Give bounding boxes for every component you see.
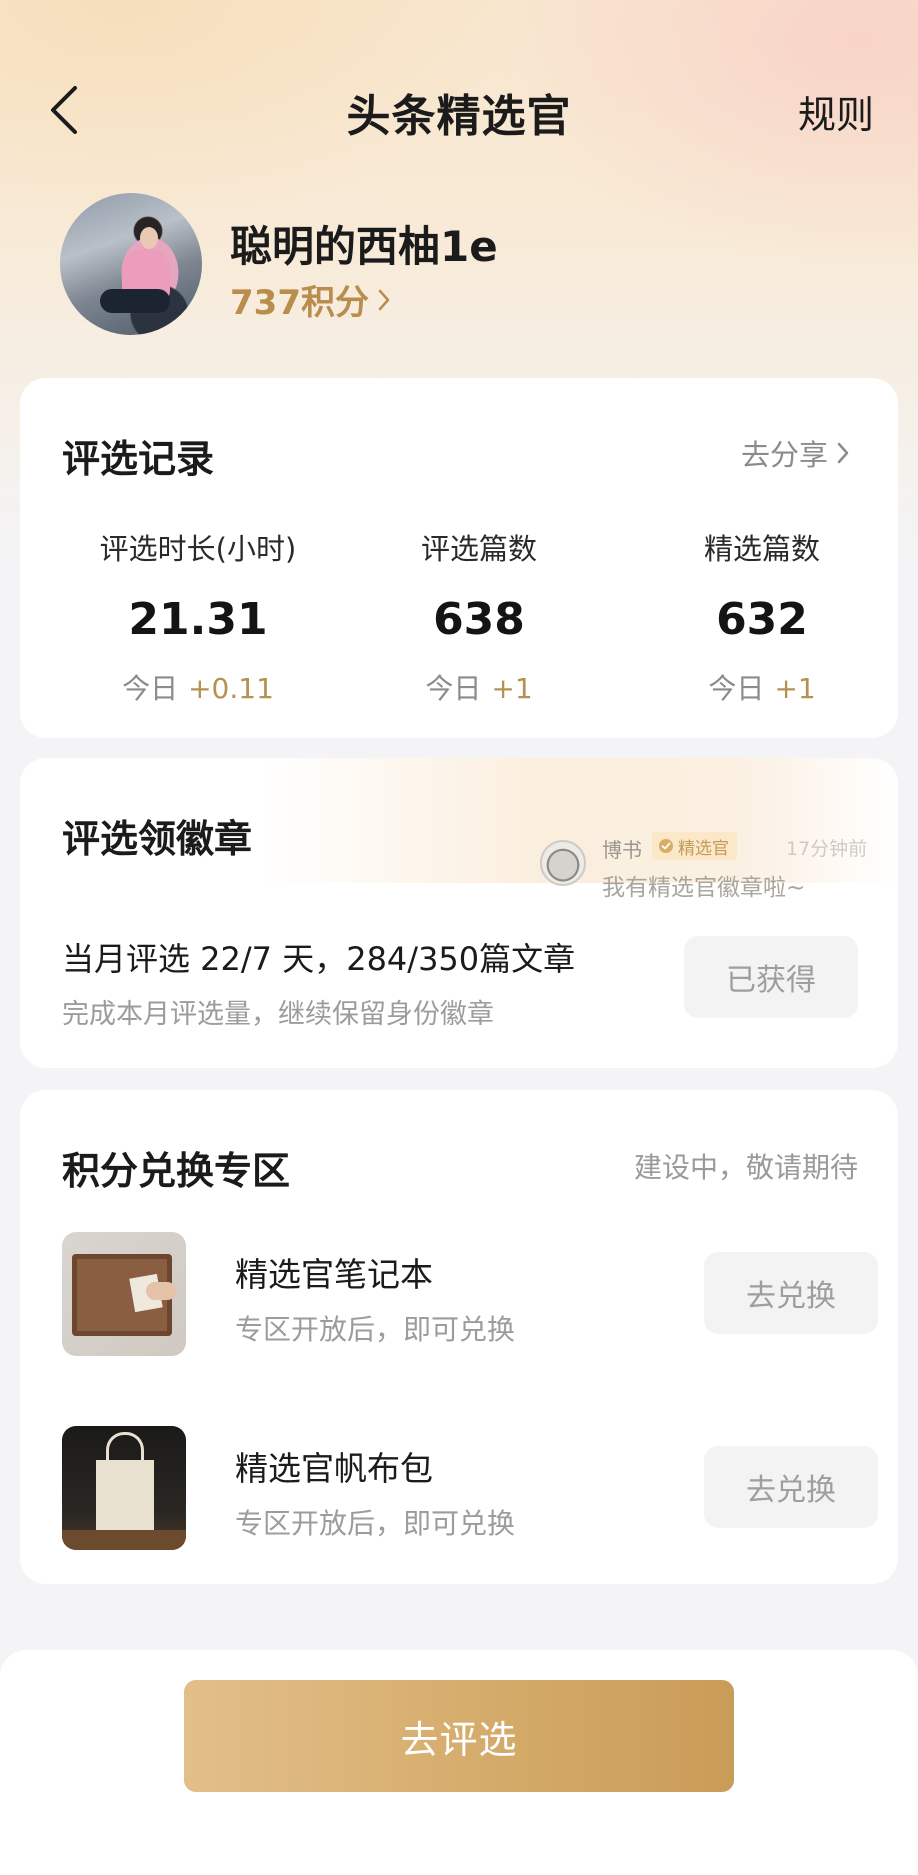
avatar-figure-head: [140, 227, 158, 249]
badge-card: 评选领徽章 博书 精选官 17分钟前 我有精选官徽章啦~ 当月评选 22/7 天…: [20, 758, 898, 1068]
badge-sub-text: 完成本月评选量，继续保留身份徽章: [62, 999, 494, 1030]
page-title: 头条精选官: [346, 91, 572, 142]
username: 聪明的西柚1e: [230, 222, 498, 271]
notification-tag-label: 精选官: [678, 838, 729, 859]
today-label: 今日: [425, 672, 482, 705]
redeem-button[interactable]: 去兑换: [704, 1252, 878, 1334]
product-item: 精选官笔记本 专区开放后，即可兑换 去兑换: [62, 1232, 878, 1356]
chevron-right-icon: [837, 442, 849, 464]
stat-label: 评选篇数: [420, 532, 537, 566]
exchange-note: 建设中，敬请期待: [633, 1151, 858, 1184]
points-label: 737积分: [230, 283, 369, 323]
rules-link[interactable]: 规则: [798, 84, 874, 139]
stat-value: 638: [433, 594, 525, 645]
check-badge-icon: [659, 839, 673, 853]
notification-name: 博书: [602, 838, 642, 862]
stat-today: 今日 +1: [334, 667, 624, 707]
stat-today: 今日 +0.11: [53, 667, 343, 707]
stat-value: 21.31: [128, 594, 268, 645]
chevron-right-icon: [378, 289, 390, 310]
today-label: 今日: [122, 672, 179, 705]
share-label: 去分享: [740, 438, 828, 472]
stat-label: 精选篇数: [703, 532, 820, 566]
product-name: 精选官笔记本: [235, 1255, 433, 1294]
notification-message: 我有精选官徽章啦~: [602, 875, 806, 901]
product-item: 精选官帆布包 专区开放后，即可兑换 去兑换: [62, 1426, 878, 1550]
header: 头条精选官 规则: [0, 70, 918, 150]
notification-avatar: [540, 840, 586, 886]
today-delta: +1: [774, 672, 816, 705]
exchange-card: 积分兑换专区 建设中，敬请期待 精选官笔记本 专区开放后，即可兑换 去兑换 精选…: [20, 1090, 898, 1584]
product-sub: 专区开放后，即可兑换: [235, 1313, 516, 1346]
product-name: 精选官帆布包: [235, 1449, 433, 1488]
avatar-figure-legs: [100, 289, 170, 313]
badge-title: 评选领徽章: [62, 817, 253, 861]
badge-progress-text: 当月评选 22/7 天，284/350篇文章: [62, 940, 576, 978]
stat-duration: 评选时长(小时) 21.31 今日 +0.11: [53, 526, 343, 707]
today-delta: +1: [491, 672, 533, 705]
record-stats: 评选时长(小时) 21.31 今日 +0.11 评选篇数 638 今日 +1 精选篇…: [20, 526, 898, 705]
stat-label: 评选时长(小时): [99, 532, 297, 566]
notification-tag: 精选官: [652, 832, 737, 860]
stat-selected: 精选篇数 632 今日 +1: [617, 526, 907, 707]
points-link[interactable]: 737积分: [230, 275, 391, 324]
exchange-title: 积分兑换专区: [62, 1149, 291, 1193]
bottom-action-bar: 去评选: [0, 1650, 918, 1875]
start-review-button[interactable]: 去评选: [184, 1680, 734, 1792]
record-title: 评选记录: [62, 437, 215, 481]
stat-value: 632: [716, 594, 808, 645]
notification-time: 17分钟前: [786, 838, 868, 860]
today-delta: +0.11: [188, 672, 274, 705]
badge-obtained-button[interactable]: 已获得: [684, 936, 858, 1018]
product-sub: 专区开放后，即可兑换: [235, 1507, 516, 1540]
stat-today: 今日 +1: [617, 667, 907, 707]
share-link[interactable]: 去分享: [741, 432, 850, 474]
redeem-button[interactable]: 去兑换: [704, 1446, 878, 1528]
canvas-bag-image: [62, 1426, 186, 1550]
notebook-image: [62, 1232, 186, 1356]
badge-notification: 博书 精选官 17分钟前 我有精选官徽章啦~: [500, 794, 870, 901]
stat-reviewed: 评选篇数 638 今日 +1: [334, 526, 624, 707]
avatar[interactable]: [60, 193, 202, 335]
record-card: 评选记录 去分享 评选时长(小时) 21.31 今日 +0.11 评选篇数 638…: [20, 378, 898, 738]
today-label: 今日: [708, 672, 765, 705]
